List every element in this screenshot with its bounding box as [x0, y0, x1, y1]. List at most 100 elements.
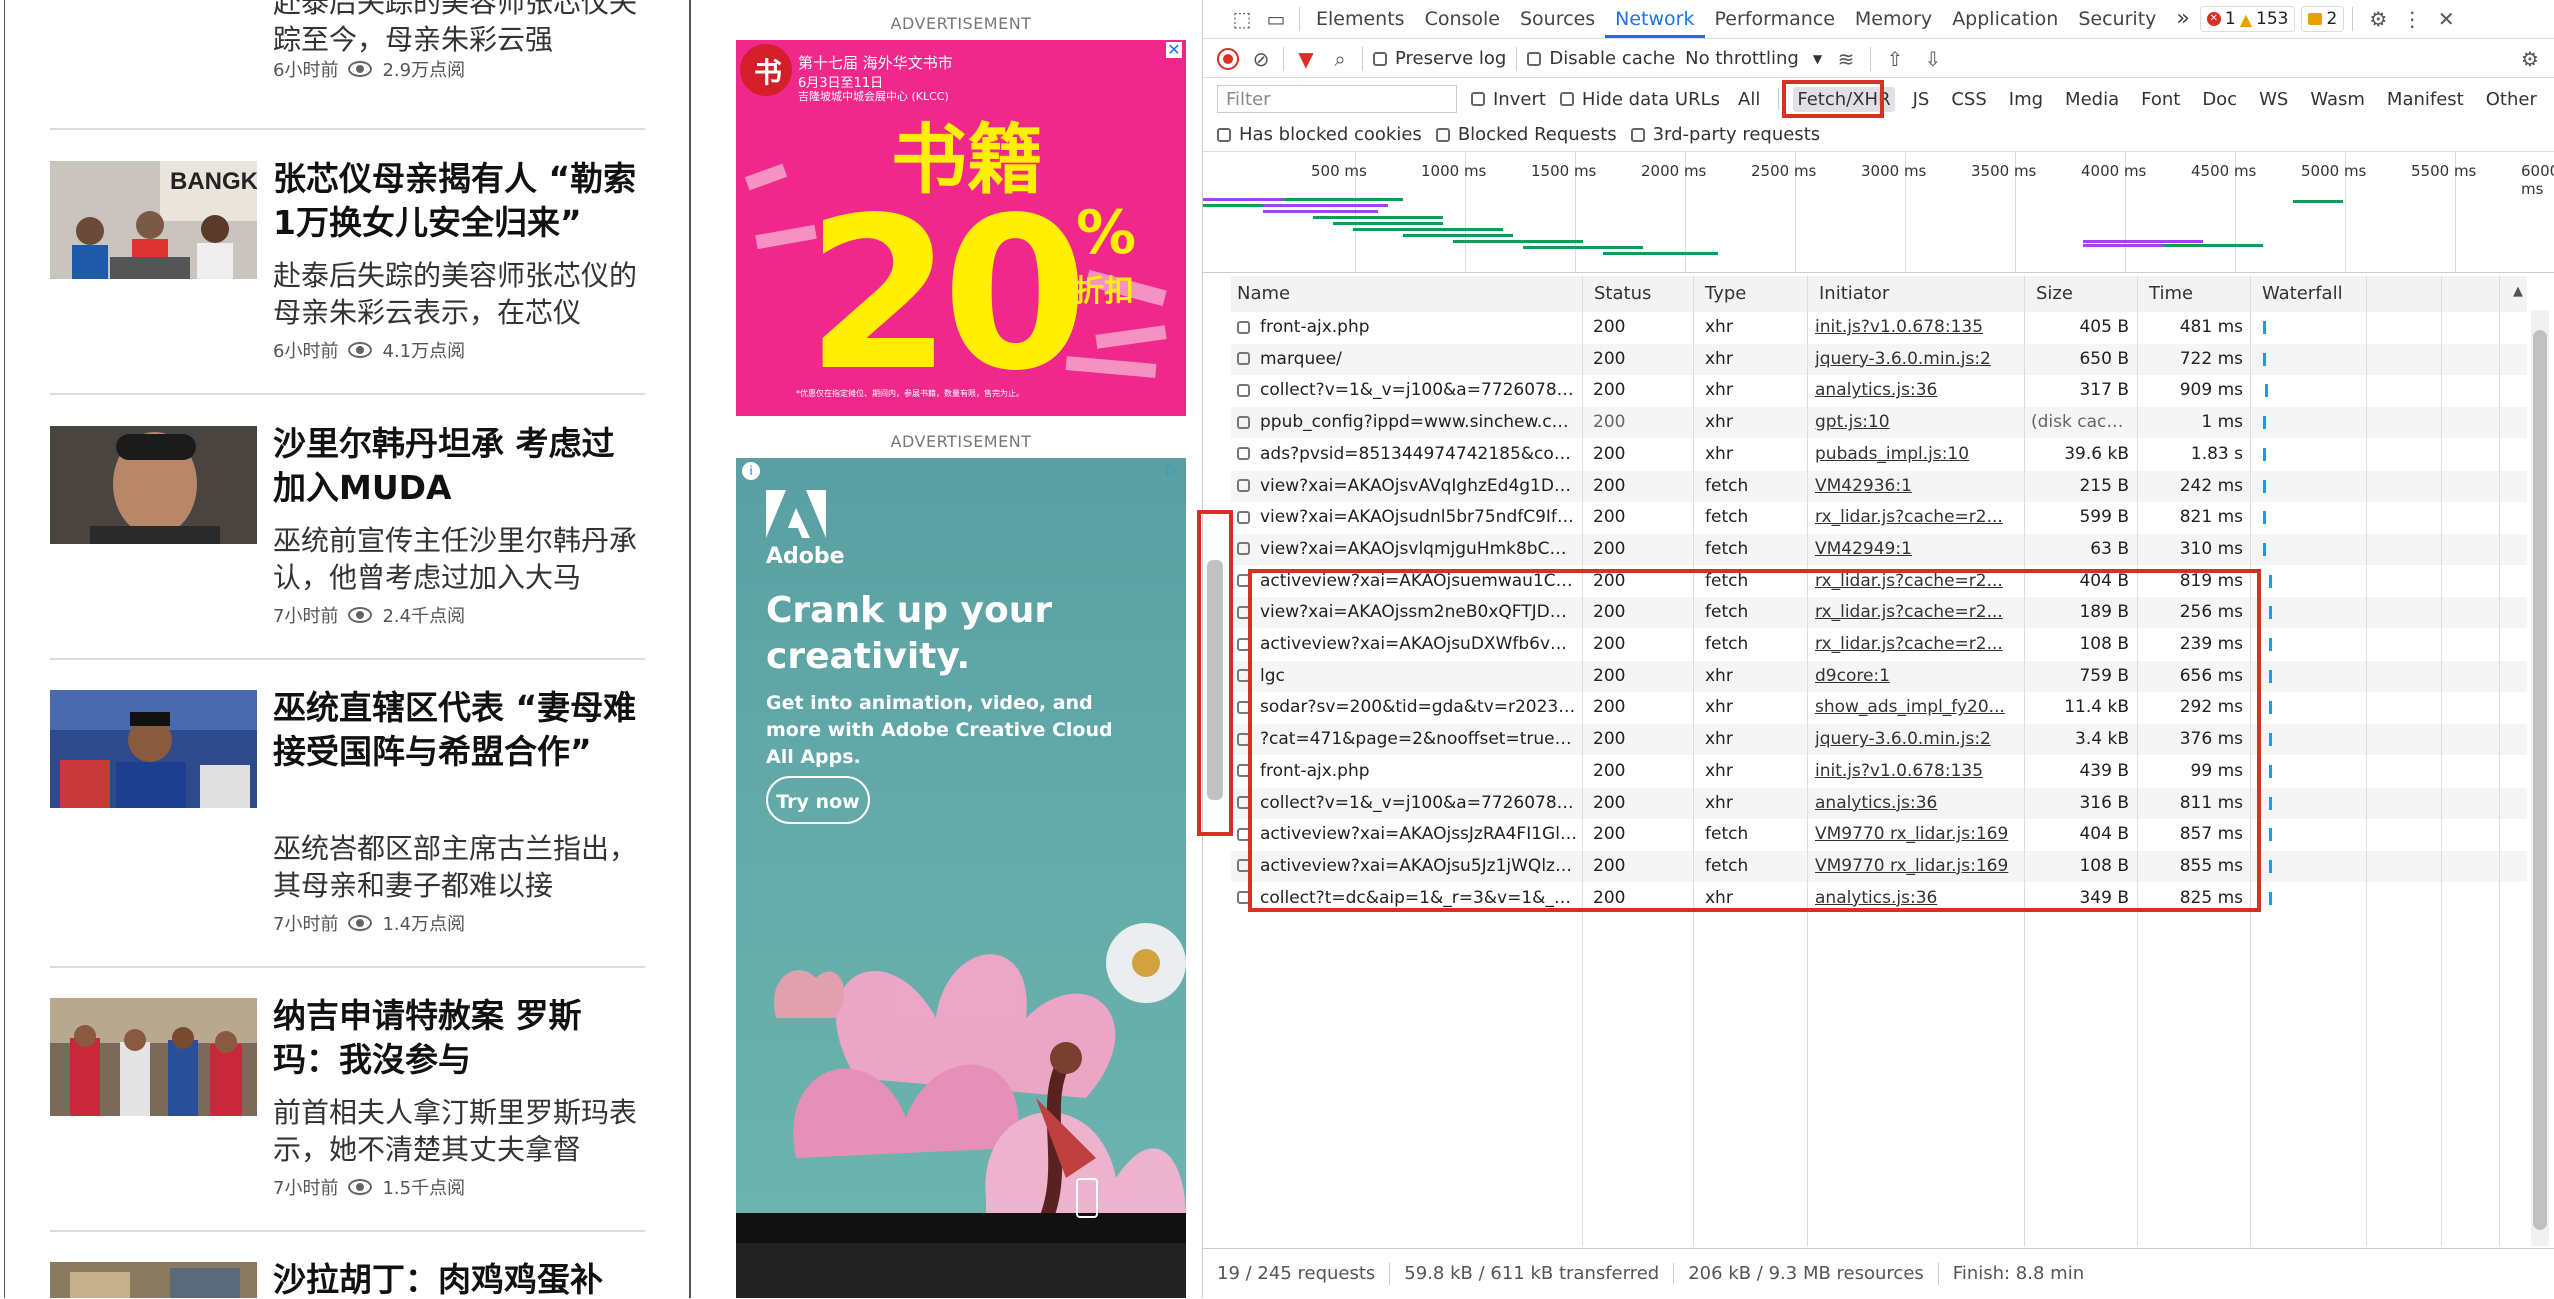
article-card[interactable]: BANGKIT 张芯仪母亲揭有人 “勒索1万换女儿安全归来” 赴泰后失踪的美容师…	[50, 159, 645, 362]
table-row[interactable]: collect?t=dc&aip=1&_r=3&v=1&_v=j10... 200…	[1231, 882, 2527, 914]
row-checkbox[interactable]	[1237, 479, 1250, 492]
close-devtools-icon[interactable]: ✕	[2429, 2, 2463, 36]
column-header-type[interactable]: Type	[1699, 276, 1746, 312]
tab-memory[interactable]: Memory	[1845, 0, 1942, 38]
row-checkbox[interactable]	[1237, 415, 1250, 429]
table-row[interactable]: view?xai=AKAOjsvlqmjguHmk8bC1-rVgE... 200…	[1231, 533, 2527, 565]
row-checkbox[interactable]	[1237, 796, 1250, 809]
more-tabs-button[interactable]: »	[2166, 0, 2199, 38]
table-row[interactable]: lgc 200 xhr d9core:1 759 B 656 ms	[1231, 660, 2527, 692]
settings-gear-icon[interactable]: ⚙	[2361, 2, 2395, 36]
column-header-initiator[interactable]: Initiator	[1813, 276, 1889, 312]
tab-sources[interactable]: Sources	[1510, 0, 1605, 38]
more-options-icon[interactable]: ⋮	[2395, 2, 2429, 36]
article-headline[interactable]: 纳吉申请特赦案 罗斯玛：我沒参与	[273, 994, 645, 1082]
row-checkbox[interactable]	[1237, 574, 1250, 588]
top-article[interactable]: 赴泰后失踪的美容师张芯仪失踪至今，母亲朱彩云强 6小时前 2.9万点阅	[50, 0, 645, 84]
request-initiator[interactable]: d9core:1	[1815, 661, 2020, 692]
type-filter-img[interactable]: Img	[2005, 87, 2047, 112]
table-row[interactable]: front-ajx.php 200 xhr init.js?v1.0.678:135 4…	[1231, 755, 2527, 787]
ad-info-icon[interactable]: i	[742, 462, 760, 480]
article-thumbnail[interactable]	[50, 998, 257, 1116]
sort-up-icon[interactable]: ▲	[2513, 284, 2523, 299]
throttling-select[interactable]: No throttling ▼	[1685, 48, 1822, 69]
table-row[interactable]: activeview?xai=AKAOjsuDXWfb6vWCgbT... 200…	[1231, 629, 2527, 660]
type-filter-all[interactable]: All	[1734, 87, 1764, 112]
request-initiator[interactable]: VM9770 rx_lidar.js:169	[1815, 819, 2020, 850]
disable-cache-checkbox[interactable]: Disable cache	[1527, 48, 1675, 69]
article-headline[interactable]: 沙里尔韩丹坦承 考虑过加入MUDA	[273, 422, 645, 510]
request-initiator[interactable]: jquery-3.6.0.min.js:2	[1815, 344, 2020, 375]
article-headline[interactable]: 巫统直辖区代表 “妻母难接受国阵与希盟合作”	[273, 686, 645, 774]
row-checkbox[interactable]	[1237, 669, 1250, 683]
table-scrollbar[interactable]	[2531, 310, 2549, 1246]
type-filter-css[interactable]: CSS	[1947, 87, 1990, 112]
article-thumbnail[interactable]	[50, 1262, 257, 1298]
article-thumbnail[interactable]	[50, 690, 257, 808]
column-header-name[interactable]: Name	[1231, 276, 1290, 312]
article-thumbnail[interactable]	[50, 426, 257, 544]
third-party-requests-checkbox[interactable]: 3rd-party requests	[1630, 124, 1820, 145]
record-icon[interactable]	[1217, 47, 1239, 70]
article-thumbnail[interactable]: BANGKIT	[50, 161, 257, 279]
adchoices-icon[interactable]: ▷	[1162, 462, 1182, 480]
network-overview-timeline[interactable]: 500 ms 1000 ms 1500 ms 2000 ms 2500 ms 3000 m…	[1203, 152, 2554, 273]
article-card[interactable]: 沙里尔韩丹坦承 考虑过加入MUDA 巫统前宣传主任沙里尔韩丹承认，他曾考虑过加入…	[50, 424, 645, 627]
request-initiator[interactable]: analytics.js:36	[1815, 883, 2020, 914]
row-checkbox[interactable]	[1237, 700, 1250, 714]
inspect-element-icon[interactable]: ⬚	[1225, 2, 1259, 36]
filter-icon[interactable]: ▼	[1294, 42, 1318, 76]
table-row[interactable]: activeview?xai=AKAOjsu5Jz1jWQlz3zUkc... 2…	[1231, 850, 2527, 882]
request-initiator[interactable]: rx_lidar.js?cache=r2...	[1815, 629, 2020, 660]
row-checkbox[interactable]	[1237, 320, 1250, 334]
blocked-requests-checkbox[interactable]: Blocked Requests	[1435, 124, 1617, 145]
hide-data-urls-checkbox[interactable]: Hide data URLs	[1559, 89, 1720, 110]
network-conditions-icon[interactable]: ≋	[1832, 42, 1860, 76]
filter-input[interactable]: Filter	[1217, 85, 1457, 113]
type-filter-other[interactable]: Other	[2482, 87, 2541, 112]
request-initiator[interactable]: VM42949:1	[1815, 534, 2020, 565]
row-checkbox[interactable]	[1237, 352, 1250, 366]
type-filter-font[interactable]: Font	[2137, 87, 2184, 112]
tab-performance[interactable]: Performance	[1705, 0, 1845, 38]
request-initiator[interactable]: analytics.js:36	[1815, 788, 2020, 819]
tab-application[interactable]: Application	[1942, 0, 2068, 38]
row-checkbox[interactable]	[1237, 891, 1250, 905]
tab-security[interactable]: Security	[2068, 0, 2166, 38]
issues-counter[interactable]: 2	[2301, 6, 2345, 32]
column-header-size[interactable]: Size	[2030, 276, 2073, 312]
device-toolbar-icon[interactable]: ▭	[1259, 2, 1293, 36]
table-row[interactable]: collect?v=1&_v=j100&a=772607869&t=... 200…	[1231, 375, 2527, 407]
request-initiator[interactable]: gpt.js:10	[1815, 407, 2020, 438]
row-checkbox[interactable]	[1237, 383, 1250, 397]
try-now-button[interactable]: Try now	[766, 776, 870, 824]
request-initiator[interactable]: show_ads_impl_fy20...	[1815, 692, 2020, 723]
request-initiator[interactable]: analytics.js:36	[1815, 375, 2020, 406]
table-row[interactable]: view?xai=AKAOjssm2neB0xQFTJDw0msl... 200 f…	[1231, 597, 2527, 629]
row-checkbox[interactable]	[1237, 859, 1250, 873]
row-checkbox[interactable]	[1237, 605, 1250, 619]
ad-close-icon[interactable]: ✕	[1166, 42, 1182, 58]
column-header-waterfall[interactable]: Waterfall	[2256, 276, 2343, 312]
clear-icon[interactable]: ⊘	[1249, 42, 1273, 76]
table-row[interactable]: view?xai=AKAOjsudnl5br75ndfC9IfqWNk... 20…	[1231, 502, 2527, 534]
article-headline[interactable]: 张芯仪母亲揭有人 “勒索1万换女儿安全归来”	[273, 157, 645, 245]
row-checkbox[interactable]	[1237, 637, 1250, 651]
request-initiator[interactable]: init.js?v1.0.678:135	[1815, 756, 2020, 787]
article-card[interactable]: 纳吉申请特赦案 罗斯玛：我沒参与 前首相夫人拿汀斯里罗斯玛表示，她不清楚其丈夫拿…	[50, 996, 645, 1199]
table-row[interactable]: ads?pvsid=851344974742185&correlato... 20…	[1231, 438, 2527, 470]
import-har-icon[interactable]: ⇧	[1881, 42, 1909, 76]
type-filter-manifest[interactable]: Manifest	[2383, 87, 2468, 112]
tab-console[interactable]: Console	[1415, 0, 1510, 38]
type-filter-doc[interactable]: Doc	[2198, 87, 2241, 112]
table-row[interactable]: ?cat=471&page=2&nooffset=true&edit... 200…	[1231, 724, 2527, 756]
request-initiator[interactable]: pubads_impl.js:10	[1815, 439, 2020, 470]
article-card[interactable]: 沙拉胡丁：肉鸡鸡蛋补	[50, 1260, 645, 1298]
network-settings-gear-icon[interactable]: ⚙	[2513, 42, 2547, 76]
preserve-log-checkbox[interactable]: Preserve log	[1373, 48, 1506, 69]
table-row[interactable]: collect?v=1&_v=j100&a=772607869&t=... 200…	[1231, 787, 2527, 819]
article-card[interactable]: 巫统直辖区代表 “妻母难接受国阵与希盟合作” 巫统峇都区部主席古兰指出，其母亲和…	[50, 688, 645, 935]
table-row[interactable]: sodar?sv=200&tid=gda&tv=r20230607... 200 x…	[1231, 692, 2527, 724]
scrollbar-thumb[interactable]	[2533, 330, 2547, 1230]
video-scrubber[interactable]	[1076, 1178, 1098, 1218]
